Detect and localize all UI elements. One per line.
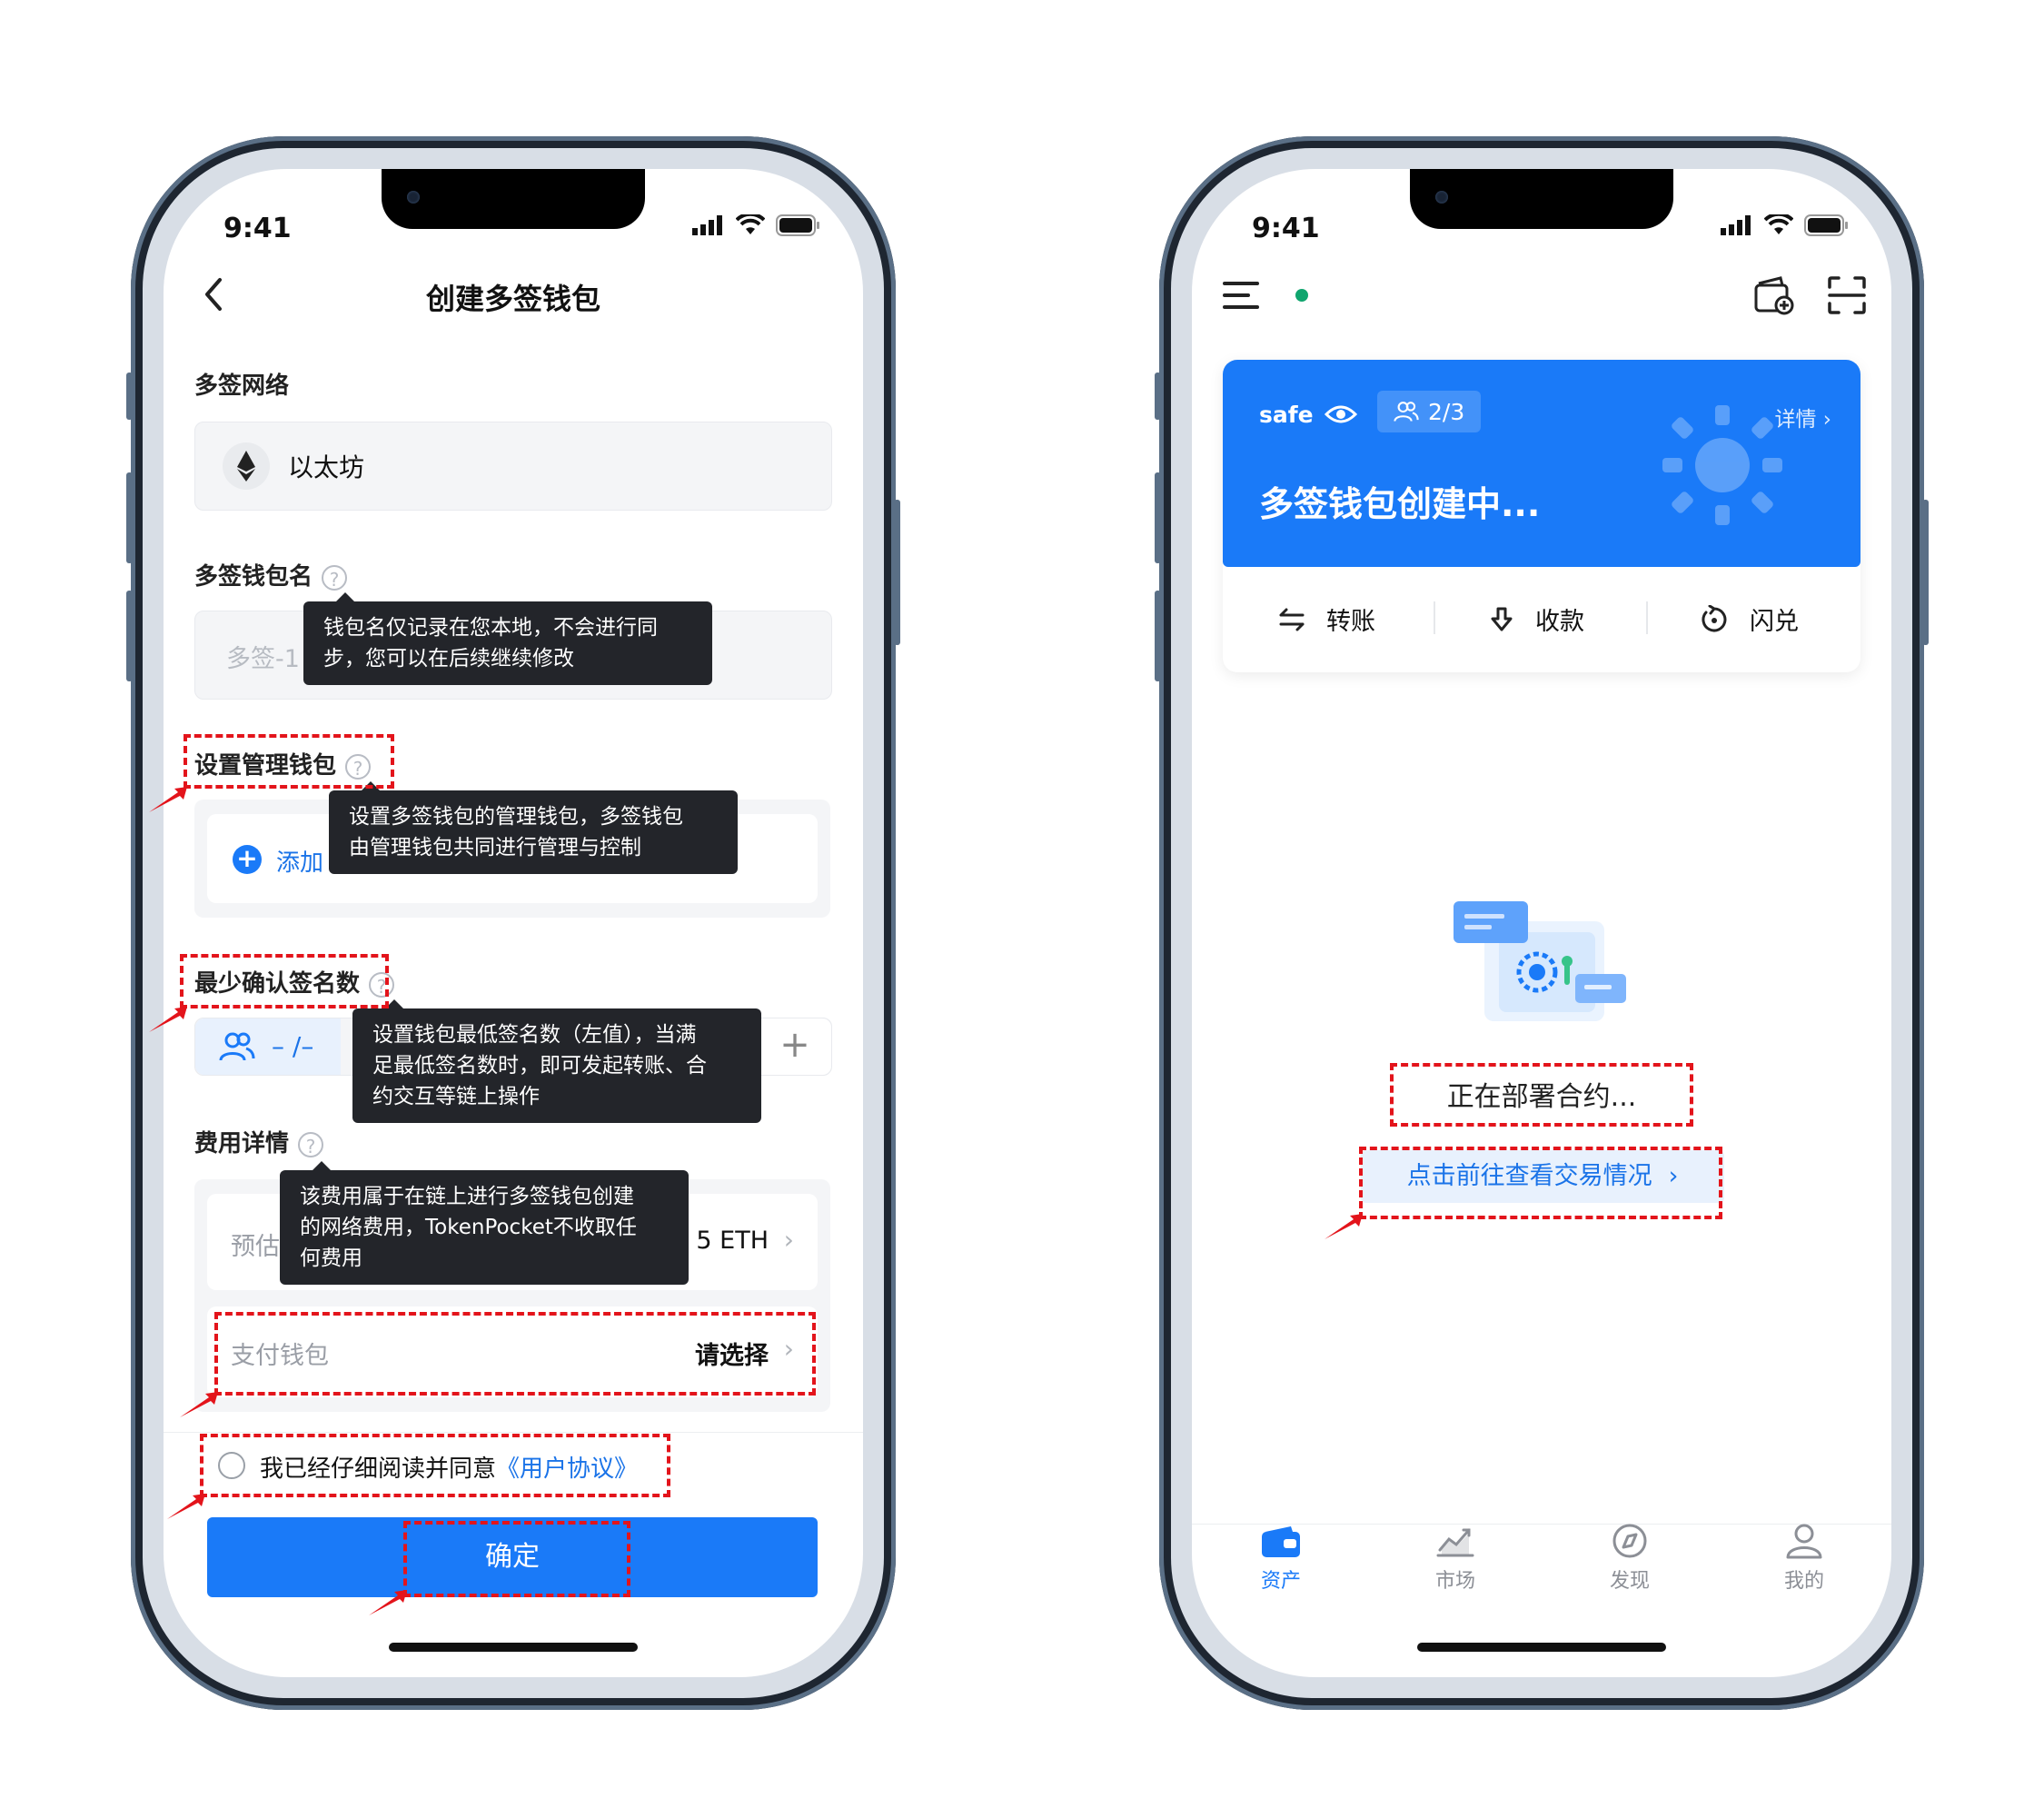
right-screen: 9:41 safe 2/3 详情 › 多签钱包创建中... 转账 收款 闪兑 正…: [1192, 169, 1891, 1677]
status-icons: [1721, 214, 1848, 236]
tab-me[interactable]: 我的: [1759, 1523, 1850, 1594]
highlight-pay-wallet: [214, 1312, 816, 1396]
highlight-admin-label: [184, 734, 394, 789]
users-icon: [1394, 402, 1419, 422]
wallet-card: safe 2/3 详情 › 多签钱包创建中... 转账 收款 闪兑: [1223, 360, 1860, 672]
wallet-icon: [1262, 1526, 1300, 1557]
signal-icon: [692, 215, 722, 235]
arrow-pointer-icon: [1325, 1214, 1363, 1239]
signature-badge: 2/3: [1377, 391, 1482, 432]
chart-icon: [1436, 1528, 1474, 1557]
wallet-add-icon[interactable]: [1753, 274, 1795, 316]
min-sign-value: – /–: [272, 1031, 314, 1061]
wifi-icon: [736, 214, 765, 234]
transfer-button[interactable]: 转账: [1277, 601, 1375, 637]
highlight-min-sign-label: [180, 954, 389, 1008]
tab-discover[interactable]: 发现: [1584, 1523, 1675, 1594]
arrow-pointer-icon: [369, 1590, 407, 1615]
status-time: 9:41: [1252, 213, 1320, 244]
swap-button[interactable]: 闪兑: [1699, 601, 1799, 637]
tab-assets[interactable]: 资产: [1235, 1523, 1326, 1594]
arrow-pointer-icon: [149, 1007, 187, 1032]
battery-icon: [1804, 214, 1848, 236]
scan-icon[interactable]: [1826, 274, 1868, 316]
fee-estimate-value: 5 ETH: [696, 1227, 769, 1255]
network-label: 多签网络: [194, 373, 290, 400]
status-time: 9:41: [223, 213, 292, 244]
status-icons: [692, 214, 819, 236]
min-sign-tooltip: 设置钱包最低签名数（左值），当满 足最低签名数时，即可发起转账、合 约交互等链上操作: [352, 999, 761, 1123]
eye-icon[interactable]: [1325, 402, 1357, 427]
plus-button[interactable]: +: [758, 1018, 831, 1075]
highlight-deploying-status: [1390, 1063, 1693, 1127]
network-status-dot: [1295, 289, 1308, 302]
wallet-actions: 转账 收款 闪兑: [1223, 567, 1860, 672]
add-admin-label: 添加: [276, 849, 324, 877]
wallet-name-placeholder: 多签-1: [226, 645, 300, 673]
deploy-contract-illustration: [1454, 901, 1626, 1021]
arrow-pointer-icon: [149, 787, 187, 812]
wallet-name-tooltip: 钱包名仅记录在您本地，不会进行同 步，您可以在后续继续修改: [303, 592, 712, 685]
right-phone: 9:41 safe 2/3 详情 › 多签钱包创建中... 转账 收款 闪兑 正…: [1155, 136, 1929, 1710]
ethereum-icon: [223, 442, 270, 490]
compass-icon: [1612, 1524, 1647, 1558]
battery-icon: [776, 214, 819, 236]
wallet-card-header[interactable]: safe 2/3 详情 › 多签钱包创建中...: [1223, 360, 1860, 567]
gear-watermark-icon: [1662, 405, 1782, 525]
admin-tooltip: 设置多签钱包的管理钱包，多签钱包 由管理钱包共同进行管理与控制: [329, 781, 738, 874]
wallet-detail-link[interactable]: 详情 ›: [1774, 402, 1831, 432]
receive-button[interactable]: 收款: [1488, 601, 1584, 637]
network-value: 以太坊: [288, 452, 365, 482]
swap-icon: [1702, 604, 1727, 631]
wallet-card-name: safe: [1259, 402, 1314, 428]
receive-icon: [1491, 607, 1513, 631]
page-title: 创建多签钱包: [425, 282, 600, 316]
highlight-confirm: [403, 1521, 630, 1597]
users-icon: [219, 1032, 255, 1061]
fee-tooltip: 该费用属于在链上进行多签钱包创建 的网络费用，TokenPocket不收取任 何费用: [280, 1161, 689, 1285]
wallet-name-label: 多签钱包名?: [194, 558, 348, 591]
menu-icon[interactable]: [1223, 280, 1261, 311]
add-icon: +: [233, 845, 262, 874]
help-icon: ?: [298, 1131, 324, 1157]
signal-icon: [1721, 215, 1751, 235]
highlight-view-tx: [1359, 1147, 1722, 1219]
wifi-icon: [1764, 214, 1793, 234]
fee-estimate-label: 预估: [231, 1233, 280, 1261]
help-icon: ?: [322, 564, 348, 591]
transfer-icon: [1279, 608, 1305, 631]
wallet-status-title: 多签钱包创建中...: [1259, 484, 1541, 524]
min-sign-value-box[interactable]: – /–: [195, 1018, 341, 1075]
fee-label: 费用详情?: [194, 1125, 324, 1158]
user-icon: [1786, 1524, 1822, 1559]
highlight-agreement: [200, 1434, 670, 1497]
network-field[interactable]: 以太坊: [194, 422, 832, 511]
tab-market[interactable]: 市场: [1410, 1523, 1501, 1594]
chevron-right-icon: ›: [783, 1225, 794, 1255]
arrow-pointer-icon: [180, 1392, 218, 1417]
arrow-pointer-icon: [167, 1494, 205, 1519]
